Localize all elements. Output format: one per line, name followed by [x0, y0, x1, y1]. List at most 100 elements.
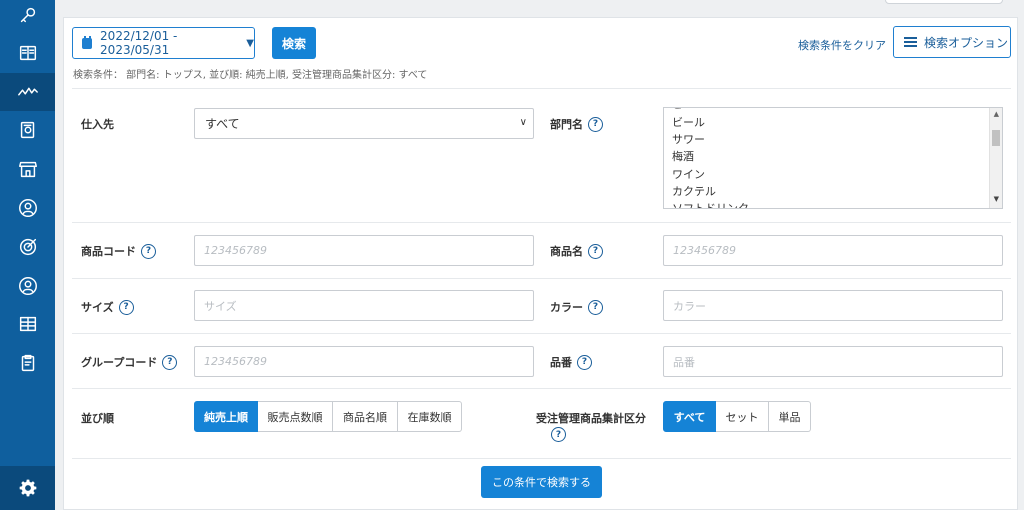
search-conditions-summary: 検索条件： 部門名: トップス, 並び順: 純売上順, 受注管理商品集計区分: …: [73, 70, 428, 81]
sidebar-item-analytics[interactable]: [0, 73, 55, 111]
help-icon[interactable]: ?: [551, 427, 566, 442]
size-label-text: サイズ: [81, 301, 114, 314]
help-icon[interactable]: ?: [162, 354, 178, 370]
sidebar-item-store[interactable]: [0, 150, 55, 188]
chevron-down-icon: ▼: [246, 37, 254, 49]
department-option[interactable]: ソフトドリンク: [672, 200, 749, 208]
submit-search-button[interactable]: この条件で検索する: [481, 466, 602, 498]
group-code-input[interactable]: 123456789: [194, 346, 534, 377]
chevron-down-icon: ∨: [519, 117, 527, 128]
department-option[interactable]: サワー: [672, 131, 705, 147]
book-icon: [19, 45, 36, 61]
scroll-up-icon[interactable]: ▲: [994, 110, 999, 118]
aggregation-button-group: すべて セット 単品: [663, 401, 811, 432]
sort-label: 並び順: [81, 410, 114, 426]
divider: [72, 333, 1011, 334]
sidebar-item-target[interactable]: [0, 228, 55, 266]
supplier-select[interactable]: すべて ∨: [194, 108, 534, 139]
aggregation-option-set[interactable]: セット: [716, 401, 769, 432]
size-label: サイズ ?: [81, 299, 134, 315]
key-icon: [20, 7, 35, 23]
sort-option-product-name[interactable]: 商品名順: [333, 401, 398, 432]
calendar-icon: [82, 35, 93, 49]
size-input[interactable]: サイズ: [194, 290, 534, 321]
department-label-text: 部門名: [550, 118, 583, 131]
department-option[interactable]: ワイン: [672, 166, 705, 182]
color-label: カラー ?: [550, 299, 603, 315]
product-code-label: 商品コード ?: [81, 243, 156, 259]
search-options-button[interactable]: 検索オプション: [893, 26, 1011, 58]
divider: [72, 458, 1011, 459]
item-number-label: 品番 ?: [550, 354, 592, 370]
menu-icon: [904, 37, 917, 47]
aggregation-option-single[interactable]: 単品: [769, 401, 811, 432]
department-option[interactable]: 梅酒: [672, 148, 694, 164]
sidebar-item-clipboard[interactable]: [0, 344, 55, 382]
target-icon: [19, 238, 36, 256]
grid-icon: [19, 316, 36, 332]
sort-button-group: 純売上順 販売点数順 商品名順 在庫数順: [194, 401, 462, 432]
divider: [72, 388, 1011, 389]
sidebar-item-book[interactable]: [0, 34, 55, 72]
sort-label-text: 並び順: [81, 412, 114, 425]
color-input[interactable]: カラー: [663, 290, 1003, 321]
department-label: 部門名 ?: [550, 116, 603, 132]
help-icon[interactable]: ?: [588, 243, 603, 259]
sort-option-stock[interactable]: 在庫数順: [398, 401, 462, 432]
department-listbox[interactable]: ピ ビール サワー 梅酒 ワイン カクテル ソフトドリンク ▲ ▼: [663, 107, 1003, 209]
sidebar-item-report[interactable]: [0, 111, 55, 149]
settings-button[interactable]: [0, 466, 55, 510]
help-icon[interactable]: ?: [588, 116, 603, 132]
help-icon[interactable]: ?: [588, 299, 603, 315]
date-range-picker[interactable]: 2022/12/01 - 2023/05/31 ▼: [72, 27, 255, 59]
help-icon[interactable]: ?: [141, 243, 156, 259]
divider: [72, 88, 1011, 89]
product-code-label-text: 商品コード: [81, 245, 136, 258]
supplier-label: 仕入先: [81, 116, 114, 132]
department-option[interactable]: ピ: [672, 108, 683, 112]
search-options-label: 検索オプション: [924, 35, 1009, 50]
sidebar-item-grid[interactable]: [0, 305, 55, 343]
scroll-down-icon[interactable]: ▼: [994, 195, 999, 203]
department-option[interactable]: カクテル: [672, 183, 716, 199]
supplier-select-value: すべて: [205, 117, 240, 131]
clear-conditions-link[interactable]: 検索条件をクリア: [798, 37, 886, 53]
color-label-text: カラー: [550, 301, 583, 314]
product-name-label: 商品名 ?: [550, 243, 603, 259]
aggregation-label: 受注管理商品集計区分: [536, 410, 646, 426]
sort-option-sales-qty[interactable]: 販売点数順: [258, 401, 333, 432]
product-name-input[interactable]: 123456789: [663, 235, 1003, 266]
divider: [72, 222, 1011, 223]
aggregation-label-text: 受注管理商品集計区分: [536, 412, 646, 425]
customer-icon: [18, 199, 37, 217]
gear-icon: [19, 479, 36, 497]
scrollbar-thumb[interactable]: [992, 130, 1000, 146]
help-icon[interactable]: ?: [118, 299, 134, 315]
top-right-button[interactable]: [885, 0, 1003, 4]
search-button[interactable]: 検索: [272, 27, 316, 59]
department-option[interactable]: ビール: [672, 114, 705, 130]
product-code-input[interactable]: 123456789: [194, 235, 534, 266]
report-icon: [20, 121, 34, 139]
item-number-label-text: 品番: [550, 356, 572, 369]
help-icon[interactable]: ?: [577, 354, 592, 370]
date-range-value: 2022/12/01 - 2023/05/31: [100, 29, 178, 57]
sidebar-item-key[interactable]: [0, 0, 55, 34]
sidebar: [0, 0, 55, 510]
sidebar-item-user[interactable]: [0, 267, 55, 305]
item-number-input[interactable]: 品番: [663, 346, 1003, 377]
supplier-label-text: 仕入先: [81, 118, 114, 131]
analytics-icon: [17, 87, 38, 96]
group-code-label: グループコード ?: [81, 354, 178, 370]
user-icon: [18, 277, 37, 295]
product-name-label-text: 商品名: [550, 245, 583, 258]
divider: [72, 278, 1011, 279]
aggregation-option-all[interactable]: すべて: [663, 401, 716, 432]
sidebar-item-customer[interactable]: [0, 189, 55, 227]
group-code-label-text: グループコード: [81, 356, 158, 369]
store-icon: [18, 161, 37, 178]
clipboard-icon: [21, 354, 34, 372]
department-scrollbar[interactable]: [989, 108, 1002, 208]
search-panel: 2022/12/01 - 2023/05/31 ▼ 検索 検索条件をクリア 検索…: [63, 17, 1018, 510]
sort-option-net-sales[interactable]: 純売上順: [194, 401, 258, 432]
